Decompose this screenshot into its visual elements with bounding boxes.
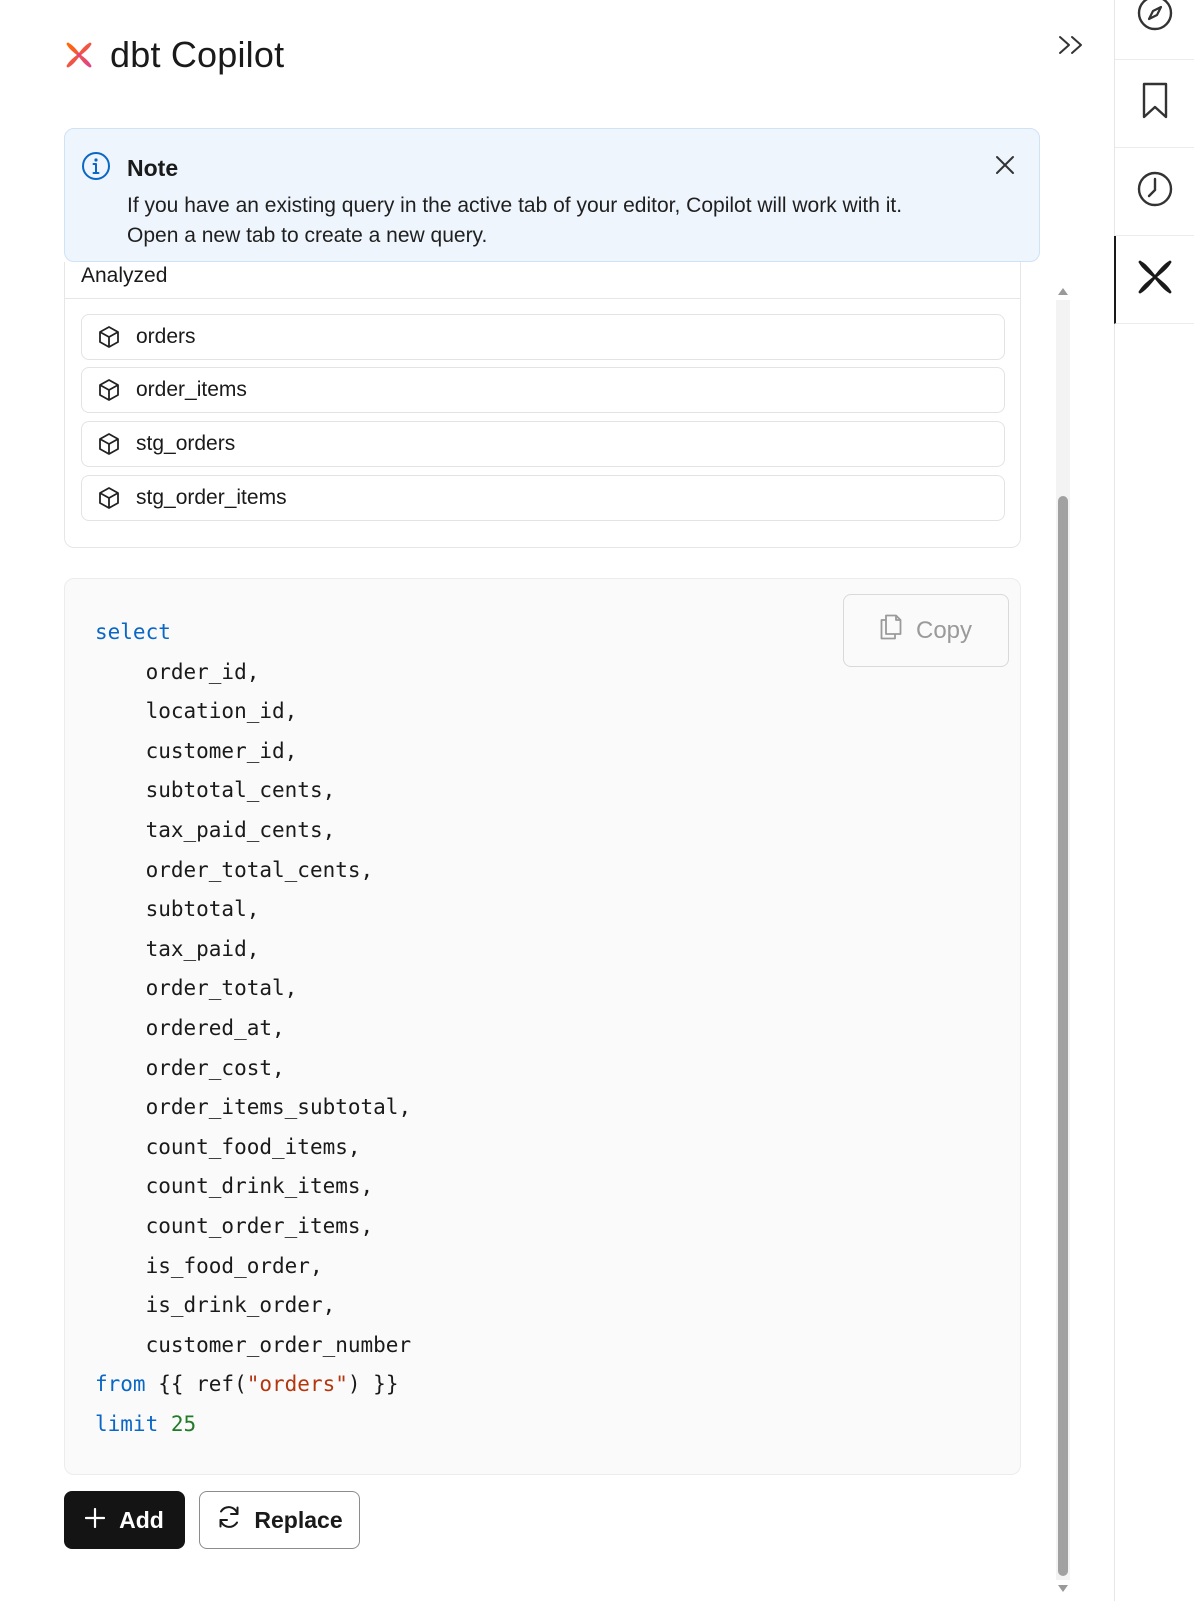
analyzed-models-card: Analyzed orders order_items stg_orders s…: [64, 262, 1021, 548]
chevrons-right-icon: [1057, 34, 1085, 61]
column-line: tax_paid,: [145, 936, 260, 961]
compass-icon: [1135, 0, 1175, 38]
dbt-copilot-icon: [62, 38, 96, 72]
column-line: ordered_at,: [145, 1015, 285, 1040]
rail-item-explore[interactable]: [1115, 0, 1194, 60]
collapse-panel-button[interactable]: [1054, 30, 1088, 64]
model-item[interactable]: order_items: [81, 367, 1005, 413]
cube-icon: [96, 324, 122, 350]
limit-value: 25: [170, 1411, 197, 1436]
plus-icon: [85, 1507, 106, 1534]
model-item[interactable]: orders: [81, 314, 1005, 360]
copy-button[interactable]: Copy: [843, 594, 1009, 667]
column-line: is_drink_order,: [145, 1293, 336, 1318]
column-line: order_id,: [145, 659, 260, 684]
scroll-down-arrow-icon[interactable]: [1056, 1582, 1070, 1596]
column-line: count_food_items,: [145, 1134, 361, 1159]
column-line: order_cost,: [145, 1055, 285, 1080]
scroll-up-arrow-icon[interactable]: [1056, 284, 1070, 298]
column-line: subtotal_cents,: [145, 778, 336, 803]
column-line: order_items_subtotal,: [145, 1095, 412, 1120]
close-icon: [995, 155, 1015, 180]
column-line: customer_id,: [145, 738, 298, 763]
ref-close: ) }}: [347, 1372, 399, 1397]
model-item[interactable]: stg_orders: [81, 421, 1005, 467]
note-title: Note: [127, 155, 179, 181]
copy-icon: [880, 614, 902, 647]
sql-code-block: select order_id, location_id, customer_i…: [64, 578, 1021, 1475]
note-body: If you have an existing query in the act…: [127, 191, 1007, 251]
column-line: tax_paid_cents,: [145, 817, 336, 842]
rail-item-copilot[interactable]: [1114, 236, 1194, 324]
add-label: Add: [119, 1506, 164, 1533]
keyword-select: select: [95, 620, 171, 644]
clock-icon: [1135, 169, 1175, 214]
add-button[interactable]: Add: [64, 1491, 185, 1549]
column-line: subtotal,: [145, 897, 260, 922]
column-line: is_food_order,: [145, 1253, 323, 1278]
note-line-2: Open a new tab to create a new query.: [127, 224, 488, 247]
ref-open: {{ ref(: [145, 1372, 247, 1397]
column-line: order_total_cents,: [145, 857, 374, 882]
replace-button[interactable]: Replace: [199, 1491, 360, 1549]
cube-icon: [96, 377, 122, 403]
cube-icon: [96, 431, 122, 457]
model-item[interactable]: stg_order_items: [81, 475, 1005, 521]
cube-icon: [96, 485, 122, 511]
model-name: stg_order_items: [136, 486, 287, 509]
column-line: count_order_items,: [145, 1213, 374, 1238]
refresh-icon: [216, 1504, 242, 1536]
panel-title: dbt Copilot: [110, 34, 285, 75]
model-name: order_items: [136, 378, 247, 401]
keyword-limit: limit: [95, 1411, 159, 1436]
ref-string: "orders": [246, 1372, 348, 1397]
copy-label: Copy: [915, 616, 973, 644]
rail-item-bookmarks[interactable]: [1115, 60, 1194, 148]
keyword-from: from: [95, 1372, 146, 1397]
note-line-1: If you have an existing query in the act…: [127, 194, 903, 217]
column-line: order_total,: [145, 976, 298, 1001]
scrollbar-thumb[interactable]: [1058, 496, 1068, 1576]
column-line: location_id,: [145, 699, 298, 724]
sql-code: select order_id, location_id, customer_i…: [95, 613, 411, 1444]
bookmark-icon: [1139, 81, 1171, 126]
replace-label: Replace: [254, 1506, 343, 1533]
column-line: customer_order_number: [145, 1332, 412, 1357]
rail-item-history[interactable]: [1115, 148, 1194, 236]
right-sidebar: [1114, 0, 1194, 1601]
column-line: count_drink_items,: [145, 1174, 374, 1199]
divider: [65, 298, 1020, 299]
analyzed-label: Analyzed: [81, 264, 168, 287]
model-name: orders: [136, 325, 196, 348]
info-icon: [81, 151, 111, 186]
copilot-icon: [1135, 257, 1175, 302]
note-banner: Note If you have an existing query in th…: [64, 128, 1040, 262]
panel-header: dbt Copilot: [62, 34, 284, 76]
close-note-button[interactable]: [987, 149, 1023, 185]
model-name: stg_orders: [136, 432, 236, 455]
